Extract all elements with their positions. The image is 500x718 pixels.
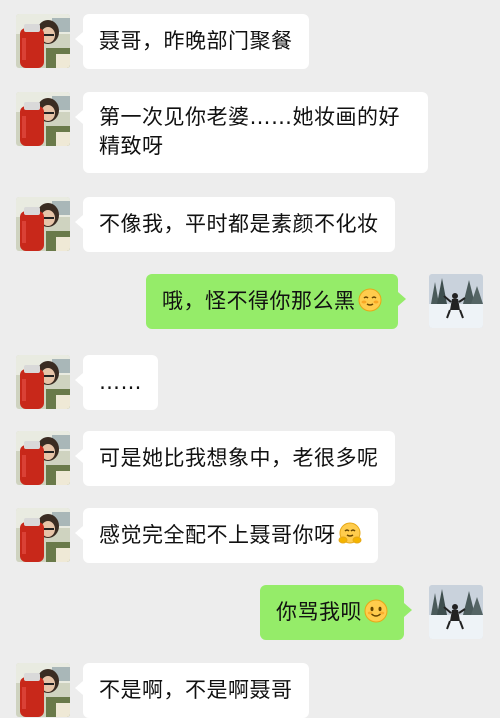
message-bubble[interactable]: 不像我，平时都是素颜不化妆 bbox=[75, 197, 395, 252]
message-text: 第一次见你老婆……她妆画的好精致呀 bbox=[99, 105, 400, 158]
message-text: 你骂我呗 bbox=[276, 600, 362, 624]
message-bubble[interactable]: 你骂我呗 bbox=[260, 585, 412, 640]
chat-area: 聂哥，昨晚部门聚餐 第一次见你老婆……她妆画的好精致呀 不像我，平时都是素颜不化… bbox=[0, 0, 500, 718]
message-bubble[interactable]: …… bbox=[75, 355, 158, 410]
message-text: 感觉完全配不上聂哥你呀 bbox=[99, 523, 336, 547]
message-text: 可是她比我想象中，老很多呢 bbox=[99, 446, 379, 470]
message-text: …… bbox=[99, 370, 142, 394]
contact-avatar[interactable] bbox=[16, 508, 70, 562]
message-bubble[interactable]: 感觉完全配不上聂哥你呀 bbox=[75, 508, 378, 563]
hugging-face-icon bbox=[338, 522, 362, 546]
message-bubble[interactable]: 哦，怪不得你那么黑 bbox=[146, 274, 405, 329]
smiling-face-icon bbox=[364, 599, 388, 623]
self-avatar[interactable] bbox=[429, 585, 483, 639]
message-text: 不像我，平时都是素颜不化妆 bbox=[99, 212, 379, 236]
contact-avatar[interactable] bbox=[16, 431, 70, 485]
contact-avatar[interactable] bbox=[16, 197, 70, 251]
self-avatar[interactable] bbox=[429, 274, 483, 328]
contact-avatar[interactable] bbox=[16, 14, 70, 68]
message-bubble[interactable]: 可是她比我想象中，老很多呢 bbox=[75, 431, 395, 486]
message-text: 不是啊，不是啊聂哥 bbox=[99, 678, 293, 702]
message-bubble[interactable]: 聂哥，昨晚部门聚餐 bbox=[75, 14, 309, 69]
blushing-face-icon bbox=[358, 288, 382, 312]
message-text: 聂哥，昨晚部门聚餐 bbox=[99, 29, 293, 53]
message-text: 哦，怪不得你那么黑 bbox=[162, 289, 356, 313]
message-bubble[interactable]: 第一次见你老婆……她妆画的好精致呀 bbox=[75, 92, 428, 173]
message-bubble[interactable]: 不是啊，不是啊聂哥 bbox=[75, 663, 309, 718]
contact-avatar[interactable] bbox=[16, 355, 70, 409]
contact-avatar[interactable] bbox=[16, 92, 70, 146]
